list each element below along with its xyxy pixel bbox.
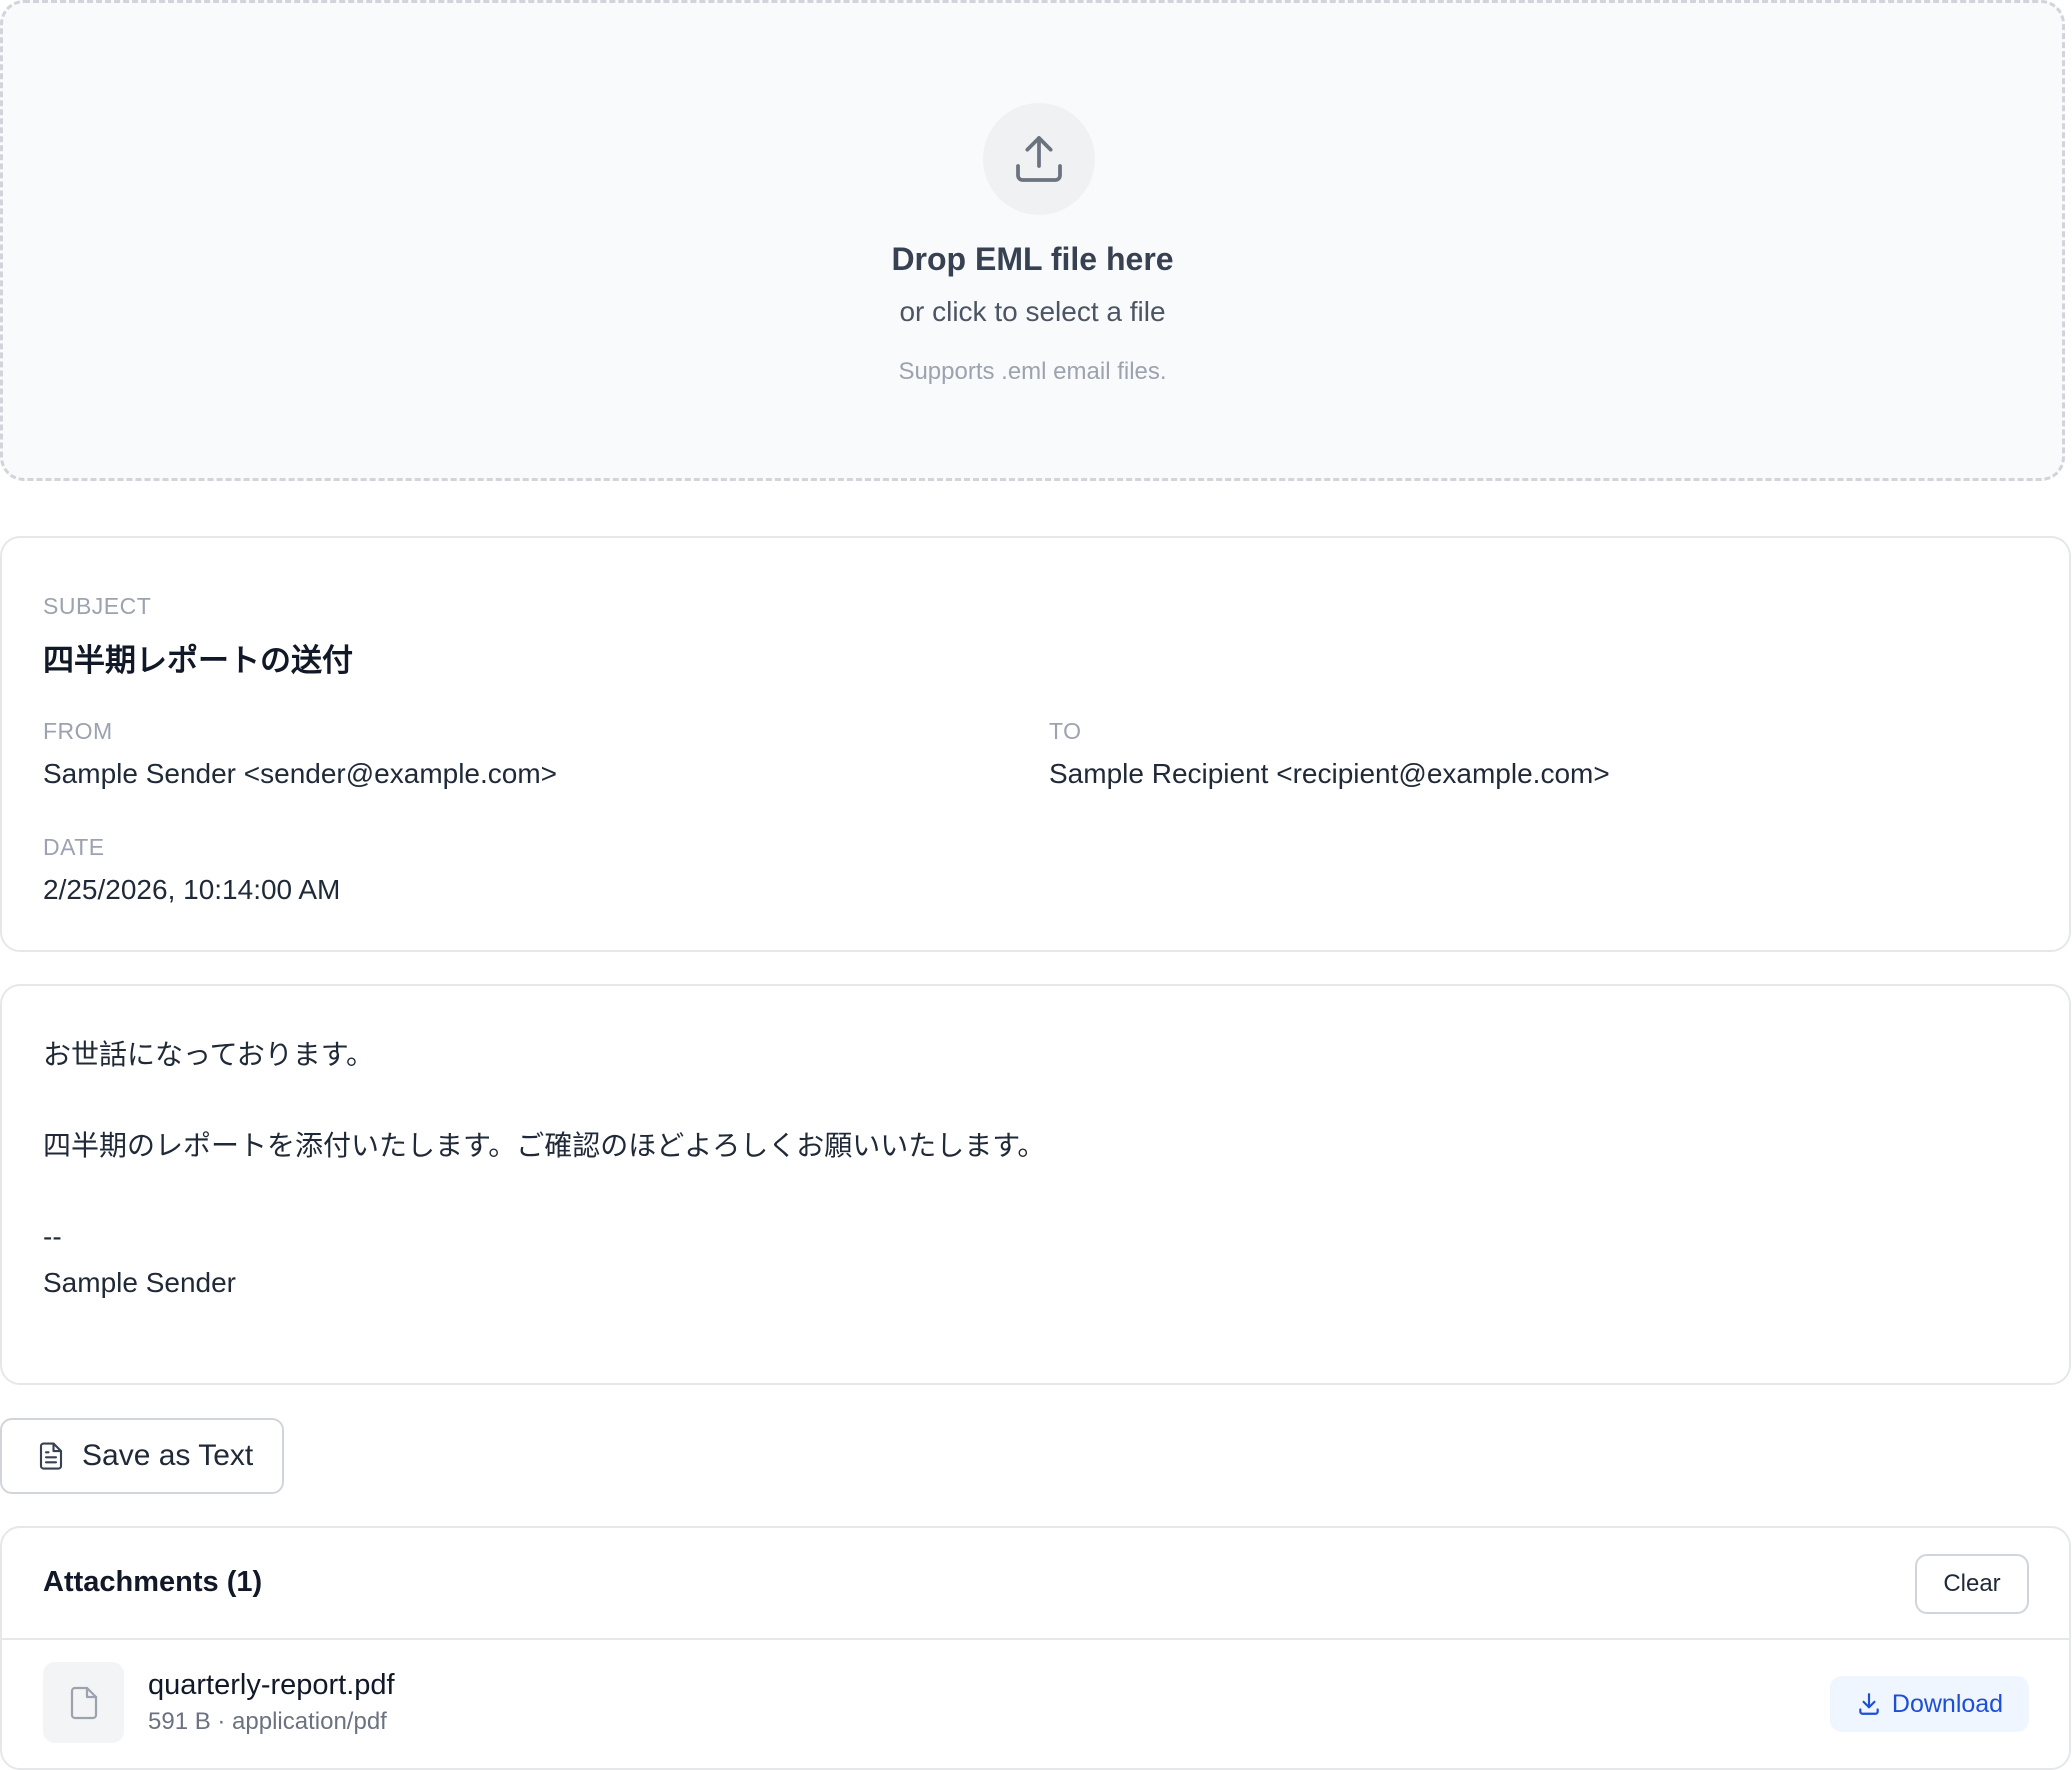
attachments-title: Attachments (1) bbox=[43, 1566, 263, 1598]
from-value: Sample Sender <sender@example.com> bbox=[43, 758, 558, 789]
dropzone-hint: Supports .eml email files. bbox=[898, 358, 1167, 385]
file-icon bbox=[43, 1662, 124, 1743]
upload-icon bbox=[983, 103, 1095, 215]
dropzone-subtitle: or click to select a file bbox=[899, 296, 1166, 327]
save-as-text-button[interactable]: Save as Text bbox=[0, 1418, 284, 1494]
subject-value: 四半期レポートの送付 bbox=[43, 643, 353, 678]
attachments-card: Attachments (1) Clear quarterly-report.p… bbox=[0, 1526, 2071, 1770]
from-label: FROM bbox=[43, 718, 113, 744]
date-value: 2/25/2026, 10:14:00 AM bbox=[43, 874, 341, 905]
download-button[interactable]: Download bbox=[1830, 1676, 2029, 1732]
download-icon bbox=[1856, 1691, 1882, 1717]
to-value: Sample Recipient <recipient@example.com> bbox=[1049, 758, 1610, 789]
save-as-text-label: Save as Text bbox=[82, 1439, 254, 1472]
clear-button[interactable]: Clear bbox=[1915, 1554, 2029, 1614]
dropzone-title: Drop EML file here bbox=[891, 241, 1174, 277]
subject-label: SUBJECT bbox=[43, 593, 152, 619]
email-body-text: お世話になっております。 四半期のレポートを添付いたします。ご確認のほどよろしく… bbox=[43, 1039, 1046, 1298]
attachment-name: quarterly-report.pdf bbox=[148, 1669, 395, 1701]
attachments-header: Attachments (1) Clear bbox=[2, 1528, 2069, 1640]
date-label: DATE bbox=[43, 834, 105, 860]
file-text-icon bbox=[36, 1441, 66, 1471]
email-header-card: SUBJECT 四半期レポートの送付 FROM Sample Sender <s… bbox=[0, 536, 2071, 952]
eml-dropzone[interactable]: Drop EML file here or click to select a … bbox=[0, 0, 2065, 481]
download-label: Download bbox=[1891, 1689, 2004, 1718]
attachment-meta: 591 B · application/pdf bbox=[148, 1708, 387, 1735]
email-body-card: お世話になっております。 四半期のレポートを添付いたします。ご確認のほどよろしく… bbox=[0, 984, 2071, 1385]
to-label: TO bbox=[1049, 718, 1082, 744]
